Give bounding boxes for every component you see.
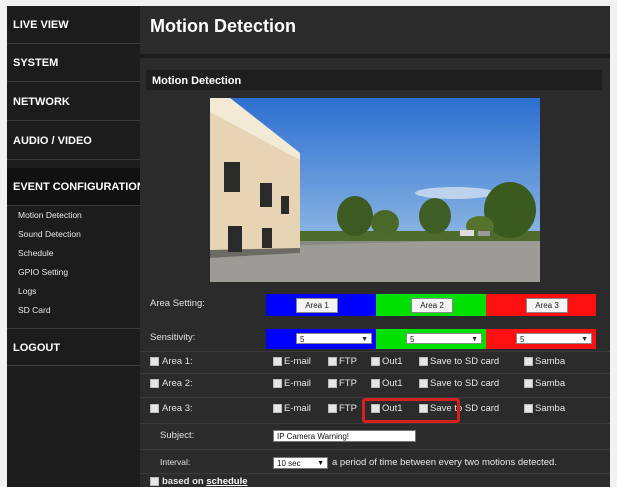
nav-system[interactable]: SYSTEM (7, 44, 140, 82)
area-1-ftp-label: FTP (339, 356, 357, 367)
row-divider (140, 449, 610, 450)
row-divider (140, 423, 610, 424)
nav-event-configuration[interactable]: EVENT CONFIGURATION (7, 168, 156, 206)
sensitivity-2-select[interactable]: 5 ▼ (406, 333, 482, 344)
page-title: Motion Detection (150, 16, 296, 36)
nav-network[interactable]: NETWORK (7, 83, 140, 121)
area-2-samba-label: Samba (535, 378, 566, 389)
title-divider (140, 54, 610, 58)
area-1-email-checkbox[interactable] (273, 357, 282, 366)
sensitivity-3-value: 5 (520, 335, 525, 344)
area-3-samba-label: Samba (535, 403, 566, 414)
chevron-down-icon: ▼ (471, 336, 478, 343)
area-2-samba-checkbox[interactable] (524, 379, 533, 388)
row-divider (140, 351, 610, 352)
subject-input[interactable]: IP Camera Warning! (273, 430, 416, 442)
interval-value: 10 sec (277, 459, 301, 468)
area-3-samba-checkbox[interactable] (524, 404, 533, 413)
subnav-schedule[interactable]: Schedule (18, 248, 53, 258)
interval-label: Interval: (160, 457, 191, 467)
area-2-checkbox[interactable] (150, 379, 159, 388)
area-2-color: Area 2 (376, 294, 486, 316)
area-2-out1-checkbox[interactable] (371, 379, 380, 388)
schedule-label: based on schedule (162, 476, 248, 487)
area-3-email-label: E-mail (284, 403, 311, 414)
email-highlight-box (362, 398, 460, 423)
chevron-down-icon: ▼ (581, 336, 588, 343)
nav-logout[interactable]: LOGOUT (7, 328, 140, 366)
sensitivity-label: Sensitivity: (150, 332, 196, 343)
sensitivity-1-value: 5 (300, 335, 305, 344)
interval-select[interactable]: 10 sec ▼ (273, 457, 328, 469)
sensitivity-1-select[interactable]: 5 ▼ (296, 333, 372, 344)
area-2-email-checkbox[interactable] (273, 379, 282, 388)
area-3-email-checkbox[interactable] (273, 404, 282, 413)
area-2-ftp-checkbox[interactable] (328, 379, 337, 388)
area-2-label: Area 2: (162, 378, 193, 389)
area-1-button[interactable]: Area 1 (296, 298, 338, 313)
subnav-gpio-setting[interactable]: GPIO Setting (18, 267, 68, 277)
area-3-button[interactable]: Area 3 (526, 298, 568, 313)
sidebar: LIVE VIEW SYSTEM NETWORK AUDIO / VIDEO S… (7, 6, 156, 487)
main-panel: Motion Detection Motion Detection Area S… (140, 6, 610, 487)
subnav-logs[interactable]: Logs (18, 286, 36, 296)
app-frame: LIVE VIEW SYSTEM NETWORK AUDIO / VIDEO S… (7, 6, 610, 487)
interval-description: a period of time between every two motio… (332, 457, 557, 468)
nav-audio-video-setting[interactable]: AUDIO / VIDEO SETTING (7, 122, 140, 185)
area-2-sd-checkbox[interactable] (419, 379, 428, 388)
area-1-samba-checkbox[interactable] (524, 357, 533, 366)
subject-label: Subject: (160, 430, 195, 441)
area-1-sd-label: Save to SD card (430, 356, 500, 367)
area-1-samba-label: Samba (535, 356, 566, 367)
area-1-color: Area 1 (266, 294, 376, 316)
row-divider (140, 373, 610, 374)
chevron-down-icon: ▼ (361, 336, 368, 343)
area-3-color: Area 3 (486, 294, 596, 316)
chevron-down-icon: ▼ (317, 460, 324, 467)
area-2-button[interactable]: Area 2 (411, 298, 453, 313)
sensitivity-1-cell: 5 ▼ (266, 329, 376, 349)
subnav-sd-card[interactable]: SD Card (18, 305, 51, 315)
area-1-sd-checkbox[interactable] (419, 357, 428, 366)
area-1-ftp-checkbox[interactable] (328, 357, 337, 366)
area-1-label: Area 1: (162, 356, 193, 367)
row-divider (140, 473, 610, 474)
sensitivity-3-cell: 5 ▼ (486, 329, 596, 349)
area-3-checkbox[interactable] (150, 404, 159, 413)
area-2-ftp-label: FTP (339, 378, 357, 389)
area-1-out1-checkbox[interactable] (371, 357, 380, 366)
nav-live-view[interactable]: LIVE VIEW (7, 6, 140, 44)
area-3-ftp-label: FTP (339, 403, 357, 414)
schedule-checkbox[interactable] (150, 477, 159, 486)
area-2-email-label: E-mail (284, 378, 311, 389)
sensitivity-2-value: 5 (410, 335, 415, 344)
area-3-ftp-checkbox[interactable] (328, 404, 337, 413)
area-1-out1-label: Out1 (382, 356, 403, 367)
area-2-out1-label: Out1 (382, 378, 403, 389)
area-1-checkbox[interactable] (150, 357, 159, 366)
sensitivity-3-select[interactable]: 5 ▼ (516, 333, 592, 344)
subnav-sound-detection[interactable]: Sound Detection (18, 229, 81, 239)
schedule-link[interactable]: schedule (206, 476, 247, 487)
sensitivity-2-cell: 5 ▼ (376, 329, 486, 349)
section-header: Motion Detection (146, 70, 602, 90)
area-2-sd-label: Save to SD card (430, 378, 500, 389)
subnav-motion-detection[interactable]: Motion Detection (18, 210, 82, 220)
camera-preview (210, 98, 540, 282)
schedule-prefix: based on (162, 476, 204, 487)
area-3-label: Area 3: (162, 403, 193, 414)
area-setting-label: Area Setting: (150, 298, 205, 309)
area-1-email-label: E-mail (284, 356, 311, 367)
